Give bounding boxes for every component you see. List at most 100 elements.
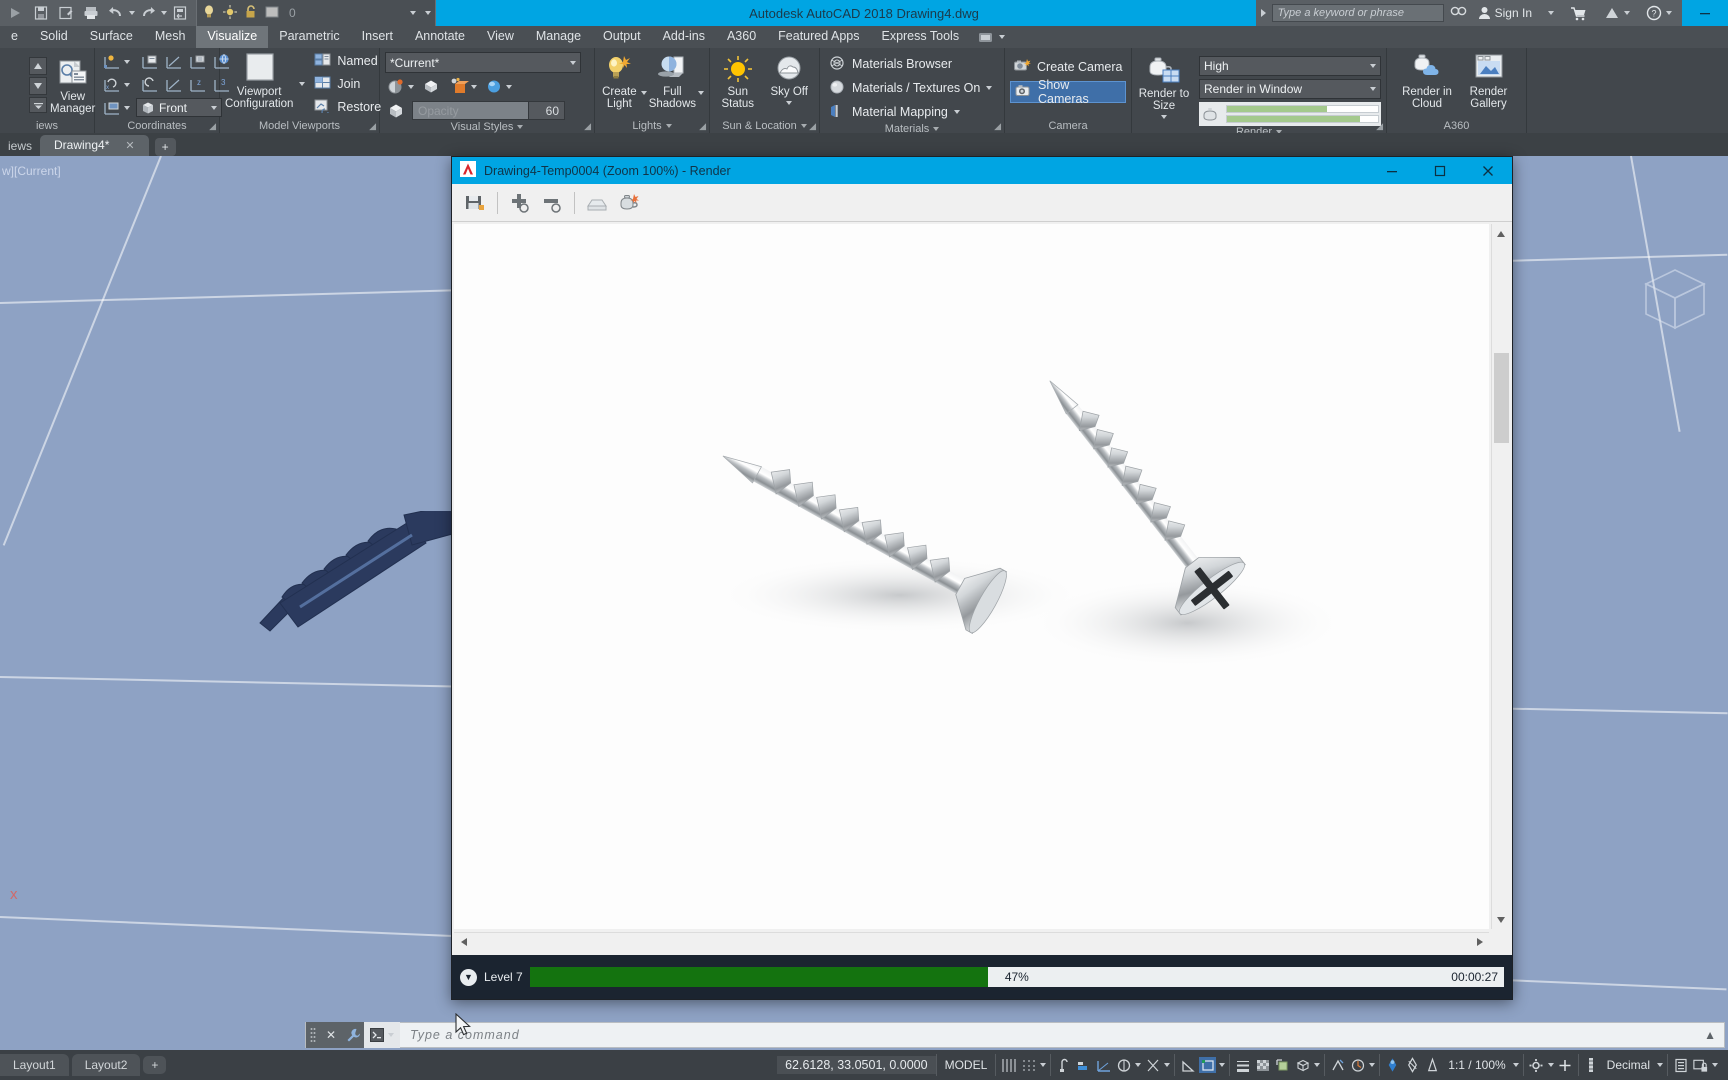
rendered-image-area[interactable] [454, 224, 1489, 929]
shadow-display-icon[interactable] [420, 76, 442, 97]
viewport-configuration-dropdown-icon[interactable] [299, 82, 306, 86]
render-window[interactable]: Drawing4-Temp0004 (Zoom 100%) - Render ▼… [451, 156, 1513, 1000]
command-prompt-button[interactable] [364, 1022, 400, 1048]
infer-constraints-icon[interactable] [1055, 1057, 1072, 1073]
ortho-mode-icon[interactable] [1075, 1057, 1092, 1073]
autodesk-dropdown-icon[interactable] [1624, 11, 1630, 15]
sign-in-dropdown-icon[interactable] [1548, 11, 1554, 15]
ribbon-tab-featured-apps[interactable]: Featured Apps [767, 26, 870, 48]
materials-expander[interactable]: ◢ [994, 121, 1001, 132]
workspace-icon[interactable] [168, 1, 192, 25]
quick-access-toolbar[interactable] [0, 0, 196, 26]
close-icon[interactable]: ✕ [320, 1022, 342, 1048]
window-minimize-button[interactable] [1682, 0, 1728, 26]
object-snap-icon[interactable] [1179, 1057, 1196, 1073]
sky-off-button[interactable]: Sky Off [765, 50, 814, 105]
drawing-tab-drawing4[interactable]: Drawing4* ✕ [40, 135, 149, 156]
transparency-icon[interactable] [1254, 1057, 1271, 1073]
lights-expander[interactable]: ◢ [699, 121, 706, 132]
viewport-configuration-button[interactable]: Viewport Configuration [225, 50, 293, 110]
new-icon[interactable] [29, 1, 53, 25]
selection-cycling-icon[interactable] [1274, 1057, 1291, 1073]
render-expander[interactable]: ◢ [1376, 121, 1383, 132]
isolate-objects-icon[interactable] [1692, 1057, 1709, 1073]
ribbon-tab-annotate[interactable]: Annotate [404, 26, 476, 48]
ucs-view-combo[interactable]: Front [136, 98, 222, 117]
render-window-title-bar[interactable]: Drawing4-Temp0004 (Zoom 100%) - Render [452, 157, 1512, 184]
ucs-icon-display-icon[interactable] [100, 97, 122, 118]
plot-icon[interactable] [79, 1, 103, 25]
layer-overflow-icon[interactable] [425, 11, 431, 15]
create-light-button[interactable]: Create Light [600, 50, 639, 110]
ribbon-tab-addins[interactable]: Add-ins [652, 26, 716, 48]
lights-panel-dropdown-icon[interactable] [665, 123, 672, 128]
help-icon[interactable]: ? [1641, 5, 1677, 21]
ribbon-tab-output[interactable]: Output [592, 26, 652, 48]
show-cameras-button[interactable]: Show Cameras [1010, 78, 1126, 106]
named-viewports-button[interactable]: Named [311, 50, 384, 72]
visual-style-combo[interactable]: *Current* [385, 52, 581, 73]
layer-color-swatch[interactable] [264, 4, 280, 23]
search-icon[interactable] [1450, 4, 1467, 22]
full-shadows-dropdown-icon[interactable] [698, 91, 704, 95]
osnap-dropdown-icon[interactable] [1219, 1063, 1226, 1067]
scroll-right-icon[interactable] [1470, 932, 1489, 952]
isolate-dropdown-icon[interactable] [1712, 1063, 1718, 1067]
render-window-close-button[interactable] [1464, 157, 1512, 184]
ribbon-overflow-icon[interactable] [970, 26, 1013, 48]
render-quality-dropdown-icon[interactable] [1370, 64, 1376, 68]
redo-icon[interactable] [136, 1, 160, 25]
visual-styles-expander[interactable]: ◢ [584, 121, 591, 132]
layout-tab-layout1[interactable]: Layout1 [0, 1054, 69, 1076]
ucs-origin-icon[interactable] [162, 51, 184, 72]
view-manager-button[interactable]: View Manager [50, 55, 95, 115]
model-space-button[interactable]: MODEL [941, 1058, 992, 1072]
snap-dropdown-icon[interactable] [1040, 1063, 1047, 1067]
gear-dropdown-icon[interactable] [1547, 1063, 1554, 1067]
isometric-drafting-icon[interactable] [1115, 1057, 1132, 1073]
autoscale-icon[interactable] [1349, 1057, 1366, 1073]
restore-viewport-button[interactable]: Restore [311, 96, 384, 118]
units-dropdown-icon[interactable] [1657, 1063, 1663, 1067]
material-mapping-dropdown-icon[interactable] [953, 110, 960, 114]
views-scroll-up-icon[interactable] [29, 57, 47, 75]
sun-status-button[interactable]: Sun Status [715, 50, 761, 110]
join-viewports-button[interactable]: Join [311, 73, 384, 95]
visual-styles-panel-dropdown-icon[interactable] [517, 125, 524, 129]
opacity-value[interactable]: 60 [529, 101, 565, 120]
vertical-scrollbar-thumb[interactable] [1493, 353, 1509, 443]
ucs-icon-dropdown-icon[interactable] [124, 105, 130, 110]
undo-dropdown-icon[interactable] [129, 11, 135, 15]
store-icon[interactable] [1565, 6, 1593, 21]
redo-dropdown-icon[interactable] [161, 11, 167, 15]
snap-mode-icon[interactable] [1020, 1057, 1037, 1073]
undo-icon[interactable] [104, 1, 128, 25]
horizontal-scrollbar[interactable] [454, 932, 1489, 952]
ucs-previous-icon[interactable] [138, 74, 160, 95]
xray-effect-icon[interactable] [385, 76, 407, 97]
render-to-size-button[interactable]: Render to Size [1137, 52, 1191, 119]
units-icon[interactable] [1583, 1057, 1600, 1073]
autodesk-icon[interactable] [1599, 6, 1635, 20]
default-lighting-icon[interactable] [483, 76, 505, 97]
units-scale-icon[interactable] [1424, 1057, 1441, 1073]
wrench-icon[interactable] [342, 1022, 364, 1048]
layer-freeze-icon[interactable] [222, 4, 238, 23]
annotation-scale-value[interactable]: 1:1 / 100% [1444, 1058, 1509, 1072]
workspace-switching-icon[interactable] [1384, 1057, 1401, 1073]
save-as-icon[interactable] [54, 1, 78, 25]
new-layout-button[interactable]: + [143, 1056, 167, 1074]
search-input[interactable]: Type a keyword or phrase [1271, 4, 1444, 22]
viewport-label[interactable]: w][Current] [2, 164, 61, 178]
views-expand-icon[interactable] [29, 97, 47, 113]
render-window-toolbar[interactable] [452, 184, 1512, 222]
add-button-icon[interactable] [1557, 1057, 1574, 1073]
dynamic-ucs-icon[interactable] [1294, 1057, 1311, 1073]
ucs-world-icon[interactable] [138, 51, 160, 72]
layer-lock-icon[interactable] [243, 4, 259, 23]
material-attach-dropdown-icon[interactable] [471, 84, 477, 89]
render-teapot-icon[interactable] [614, 188, 644, 218]
scroll-left-icon[interactable] [454, 932, 473, 952]
ribbon-tab-0[interactable]: e [0, 26, 29, 48]
coordinates-display[interactable]: 62.6128, 33.0501, 0.0000 [777, 1056, 936, 1074]
